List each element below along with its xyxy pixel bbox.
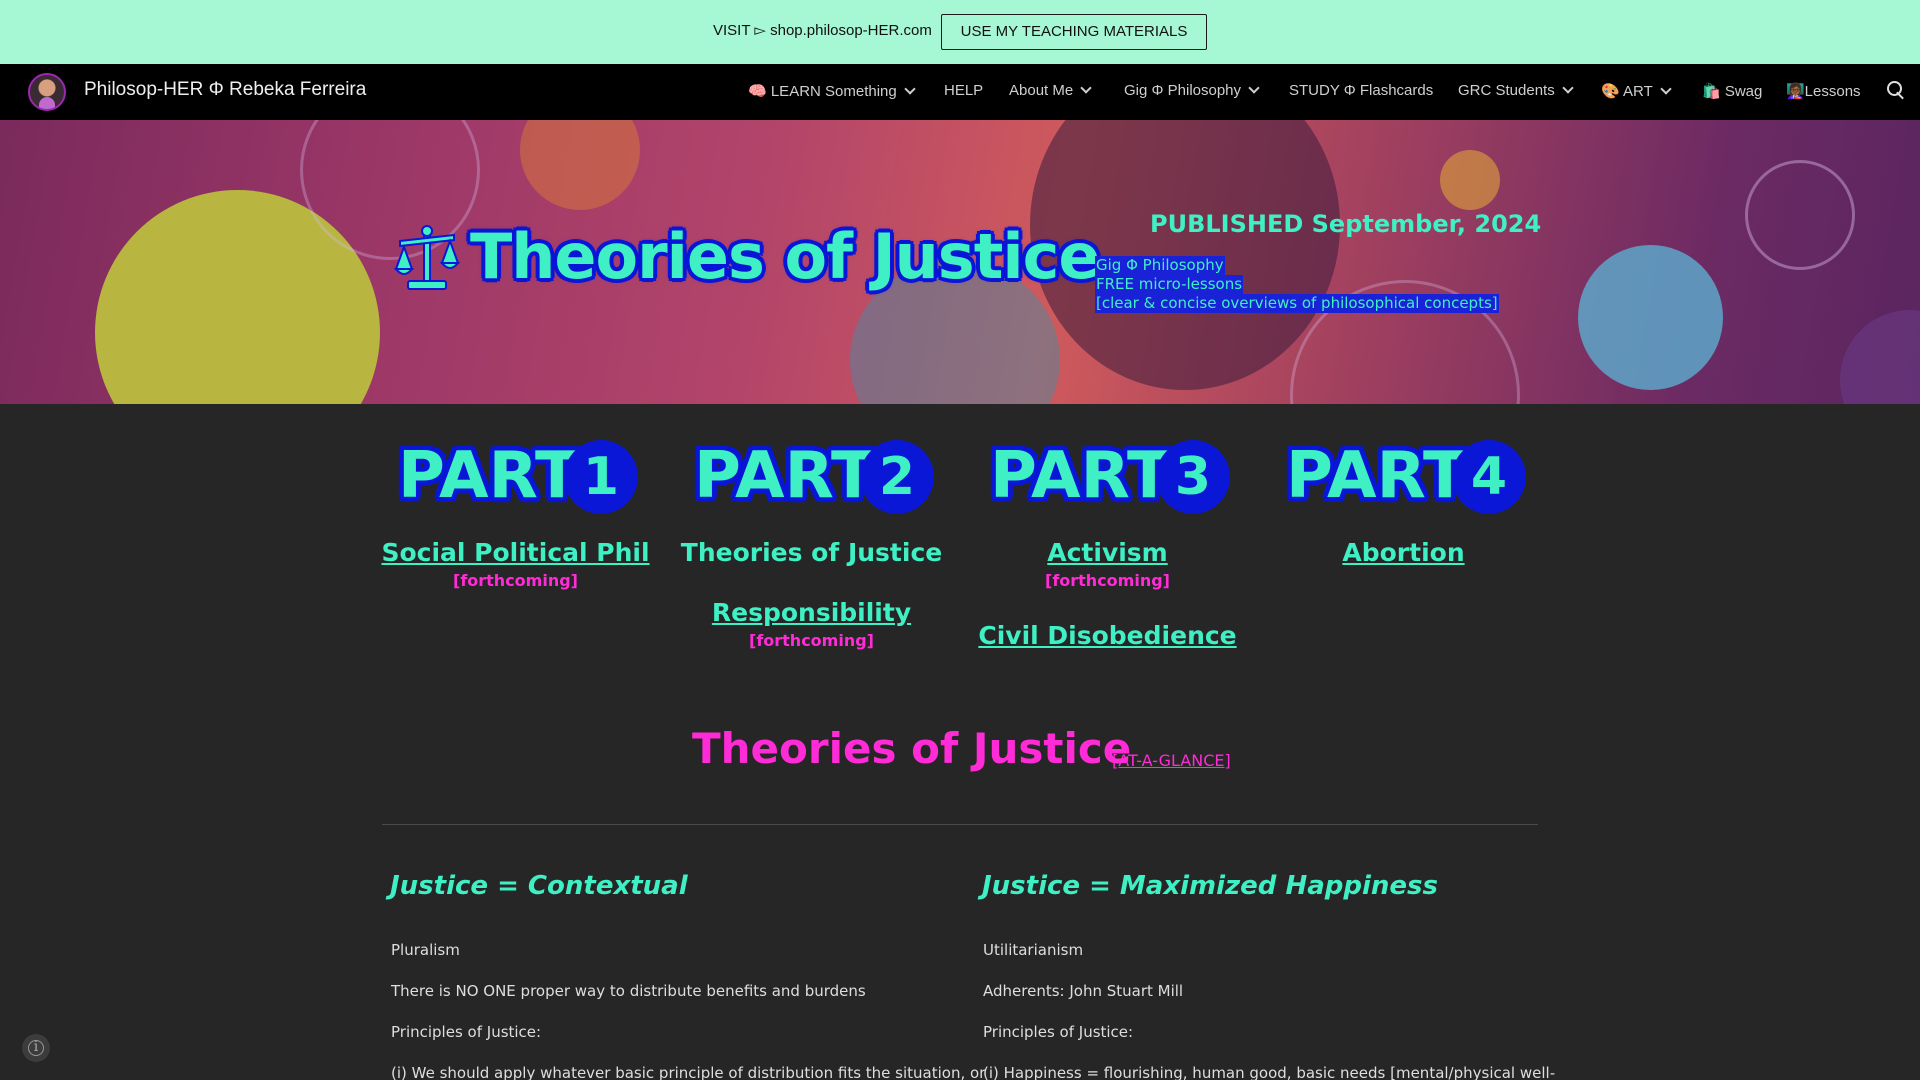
column-text: There is NO ONE proper way to distribute… [391, 982, 866, 1000]
decorative-circle [520, 120, 640, 210]
part-4-badge: PART 4 [1286, 440, 1526, 514]
decorative-circle [1440, 150, 1500, 210]
part-2-status: [forthcoming] [749, 631, 874, 650]
scales-icon [394, 225, 460, 290]
part-number: 3 [1156, 440, 1230, 514]
part-word: PART [398, 439, 579, 513]
part-word: PART [694, 439, 875, 513]
part-1-link-social-political-phil[interactable]: Social Political Phil [362, 538, 669, 567]
site-info-button[interactable] [22, 1034, 50, 1062]
part-3-badge: PART 3 [990, 440, 1230, 514]
part-number: 2 [860, 440, 934, 514]
part-2-link-responsibility[interactable]: Responsibility [658, 598, 965, 627]
teaching-materials-button[interactable]: USE MY TEACHING MATERIALS [941, 14, 1207, 50]
section-title: Theories of Justice [692, 724, 1132, 773]
chevron-down-icon [1660, 83, 1672, 95]
site-navbar: Philosop-HER Φ Rebeka Ferreira 🧠 LEARN S… [0, 64, 1920, 120]
nav-item-label: HELP [944, 82, 984, 99]
nav-item-label: 🎨 ART [1601, 83, 1653, 100]
part-3-link-civil-disobedience[interactable]: Civil Disobedience [954, 621, 1261, 650]
nav-item-label: STUDY Φ Flashcards [1289, 82, 1434, 99]
column-heading-contextual: Justice = Contextual [390, 871, 688, 901]
nav-item-learn[interactable]: 🧠 LEARN Something [748, 82, 916, 100]
site-title[interactable]: Philosop-HER Φ Rebeka Ferreira [84, 79, 366, 101]
search-icon[interactable] [1887, 81, 1907, 101]
column-text: (i) We should apply whatever basic princ… [391, 1064, 986, 1080]
column-text: Adherents: John Stuart Mill [983, 982, 1184, 1000]
decorative-circle [1578, 245, 1723, 390]
part-2-current-title: Theories of Justice [680, 538, 943, 567]
nav-item-grc-students[interactable]: GRC Students [1458, 82, 1574, 99]
avatar[interactable] [28, 73, 66, 111]
nav-item-label: About Me [1009, 82, 1074, 99]
nav-item-about[interactable]: About Me [1009, 82, 1092, 99]
part-number: 4 [1452, 440, 1526, 514]
nav-item-label: 🛍️ Swag [1702, 83, 1763, 100]
hero-note-line: FREE micro-lessons [1095, 275, 1244, 294]
nav-item-art[interactable]: 🎨 ART [1601, 82, 1672, 100]
part-2-badge: PART 2 [694, 440, 934, 514]
chevron-down-icon [1562, 82, 1574, 94]
column-text: Pluralism [391, 941, 460, 959]
nav-item-help[interactable]: HELP [944, 82, 983, 99]
at-a-glance-link[interactable]: [AT-A-GLANCE] [1112, 751, 1231, 770]
part-1-status: [forthcoming] [453, 571, 578, 590]
column-heading-maximized-happiness: Justice = Maximized Happiness [982, 871, 1439, 901]
nav-item-label: Gig Φ Philosophy [1124, 82, 1242, 99]
published-date: PUBLISHED September, 2024 [1150, 210, 1542, 238]
nav-item-gig-philosophy[interactable]: Gig Φ Philosophy [1124, 82, 1260, 99]
announcement-bar: VISIT ▻ shop.philosop-HER.com USE MY TEA… [0, 0, 1920, 64]
chevron-down-icon [1080, 82, 1092, 94]
column-text: Utilitarianism [983, 941, 1084, 959]
column-text: Principles of Justice: [983, 1023, 1134, 1041]
divider [382, 824, 1538, 825]
part-4-link-abortion[interactable]: Abortion [1250, 538, 1557, 567]
announcement-text: VISIT ▻ shop.philosop-HER.com [713, 22, 932, 39]
part-word: PART [990, 439, 1171, 513]
column-text: Principles of Justice: [391, 1023, 542, 1041]
decorative-ring [1745, 160, 1855, 270]
column-text: (i) Happiness = flourishing, human good,… [983, 1064, 1556, 1080]
part-1-badge: PART 1 [398, 440, 638, 514]
part-word: PART [1286, 439, 1467, 513]
nav-item-label: GRC Students [1458, 82, 1555, 99]
nav-item-flashcards[interactable]: STUDY Φ Flashcards [1289, 82, 1433, 99]
hero-note-line: [clear & concise overviews of philosophi… [1095, 294, 1499, 313]
part-3-status: [forthcoming] [1045, 571, 1170, 590]
hero-note-line: Gig Φ Philosophy [1095, 256, 1225, 275]
hero-note: Gig Φ Philosophy FREE micro-lessons [cle… [1095, 256, 1499, 313]
nav-item-label: 👩🏾‍🏫Lessons [1786, 83, 1861, 100]
nav-item-swag[interactable]: 🛍️ Swag [1702, 82, 1762, 100]
nav-item-label: 🧠 LEARN Something [748, 83, 897, 100]
chevron-down-icon [1248, 82, 1260, 94]
part-3-link-activism[interactable]: Activism [954, 538, 1261, 567]
chevron-down-icon [904, 83, 916, 95]
decorative-circle [1840, 310, 1920, 404]
part-number: 1 [564, 440, 638, 514]
nav-item-lessons[interactable]: 👩🏾‍🏫Lessons [1786, 82, 1861, 100]
hero-title: Theories of Justice [470, 220, 1100, 293]
